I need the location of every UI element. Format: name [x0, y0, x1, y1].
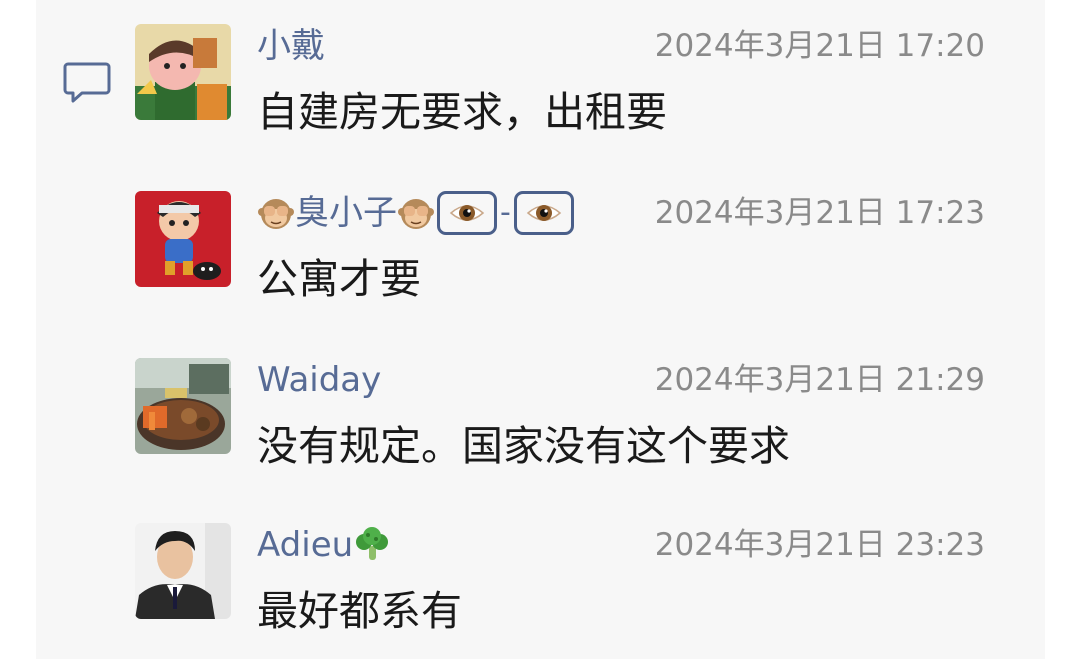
comment-text: 自建房无要求，出租要	[257, 88, 667, 136]
avatar[interactable]	[135, 358, 231, 454]
comment-text: 最好都系有	[257, 587, 462, 635]
comment-text: 没有规定。国家没有这个要求	[257, 422, 790, 470]
avatar[interactable]	[135, 191, 231, 287]
avatar[interactable]	[135, 24, 231, 120]
comment-text: 公寓才要	[257, 255, 421, 303]
comment-item[interactable]: Adieu 2024年3月21日 23:23 最好都系有	[135, 523, 985, 643]
comment-time: 2024年3月21日 21:29	[654, 362, 985, 398]
commenter-name[interactable]: 臭小子 -	[257, 191, 576, 235]
comment-item[interactable]: 臭小子 - 2024年3月21日 17:23 公寓才要	[135, 191, 985, 311]
commenter-name-text: Waiday	[257, 360, 382, 400]
comment-bubble-icon	[62, 60, 112, 106]
commenter-name-text: 小戴	[257, 26, 325, 66]
commenter-name-text: 臭小子	[295, 193, 397, 233]
see-no-evil-monkey-icon	[257, 194, 295, 232]
see-no-evil-monkey-icon	[397, 194, 435, 232]
eye-icon-frame	[513, 191, 574, 235]
eye-icon	[448, 194, 486, 232]
commenter-name-text: Adieu	[257, 525, 354, 565]
comment-time: 2024年3月21日 17:20	[654, 28, 985, 64]
commenter-name[interactable]: 小戴	[257, 24, 325, 68]
broccoli-icon	[353, 526, 391, 564]
avatar[interactable]	[135, 523, 231, 619]
eye-icon-frame	[437, 191, 497, 235]
comment-item[interactable]: Waiday 2024年3月21日 21:29 没有规定。国家没有这个要求	[135, 358, 985, 478]
comment-time: 2024年3月21日 17:23	[654, 195, 985, 231]
name-separator: -	[500, 195, 511, 230]
commenter-name[interactable]: Waiday	[257, 358, 381, 402]
comment-time: 2024年3月21日 23:23	[654, 527, 985, 563]
eye-icon	[525, 194, 563, 232]
comment-item[interactable]: 小戴 2024年3月21日 17:20 自建房无要求，出租要	[135, 24, 985, 144]
commenter-name[interactable]: Adieu	[257, 523, 391, 567]
